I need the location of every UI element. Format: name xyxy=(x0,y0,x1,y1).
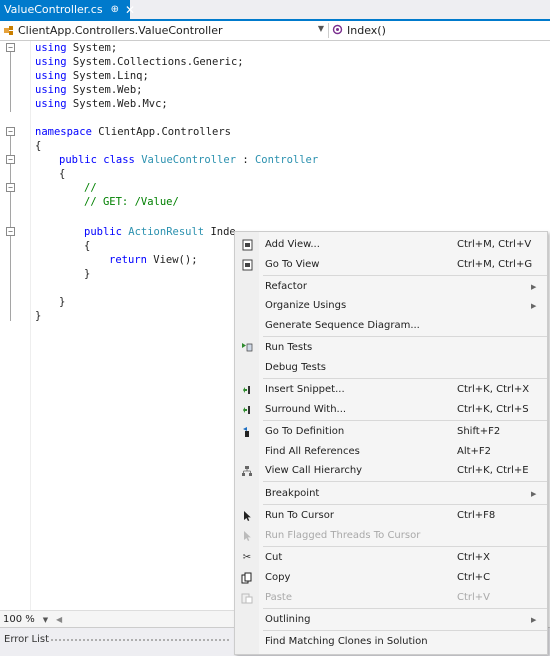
menu-item-add-view[interactable]: Add View... Ctrl+M, Ctrl+V xyxy=(235,235,547,254)
call-hierarchy-icon xyxy=(240,464,254,478)
nav-divider xyxy=(328,23,329,38)
code-line-return: return View(); xyxy=(109,254,198,266)
panel-title[interactable]: Error List xyxy=(4,634,49,645)
menu-item-cut[interactable]: ✂ Cut Ctrl+X xyxy=(235,548,547,567)
navigation-bar: ClientApp.Controllers.ValueController ▼ … xyxy=(0,21,550,41)
member-dropdown[interactable]: Index() xyxy=(330,22,548,39)
menu-item-outlining[interactable]: Outlining ▶ xyxy=(235,610,547,629)
context-menu: Add View... Ctrl+M, Ctrl+V Go To View Ct… xyxy=(234,231,548,655)
pin-icon[interactable]: ⊕ xyxy=(111,4,119,15)
tab-title: ValueController.cs xyxy=(4,3,103,16)
menu-separator xyxy=(263,336,547,337)
menu-item-go-to-definition[interactable]: Go To Definition Shift+F2 xyxy=(235,422,547,441)
menu-separator xyxy=(263,275,547,276)
insert-snippet-icon xyxy=(240,383,254,397)
menu-item-run-to-cursor[interactable]: Run To Cursor Ctrl+F8 xyxy=(235,506,547,525)
collapse-method-icon[interactable]: − xyxy=(6,227,15,236)
code-line-brace: } xyxy=(84,268,91,280)
code-line-comment-1: // xyxy=(84,182,97,194)
code-line-brace: } xyxy=(35,310,42,322)
code-line-class: public class ValueController : Controlle… xyxy=(59,154,319,166)
menu-item-insert-snippet[interactable]: Insert Snippet... Ctrl+K, Ctrl+X xyxy=(235,380,547,399)
code-line-4: using System.Web; xyxy=(35,84,143,96)
submenu-arrow-icon: ▶ xyxy=(531,615,537,624)
menu-separator xyxy=(263,630,547,631)
menu-item-refactor[interactable]: Refactor ▶ xyxy=(235,277,547,296)
editor-status-bar: 100 % ▼ ◀ xyxy=(0,610,234,628)
outline-guide xyxy=(10,52,11,112)
editor-margin xyxy=(30,41,31,610)
code-line-2: using System.Collections.Generic; xyxy=(35,56,244,68)
code-line-1: using System; xyxy=(35,42,118,54)
menu-separator xyxy=(263,481,547,482)
menu-separator xyxy=(263,546,547,547)
paste-icon xyxy=(240,591,254,605)
menu-separator xyxy=(263,504,547,505)
go-to-definition-icon xyxy=(240,425,254,439)
member-dropdown-label: Index() xyxy=(347,24,386,37)
menu-item-view-call-hierarchy[interactable]: View Call Hierarchy Ctrl+K, Ctrl+E xyxy=(235,461,547,480)
menu-item-organize-usings[interactable]: Organize Usings ▶ xyxy=(235,296,547,315)
menu-item-find-all-references[interactable]: Find All References Alt+F2 xyxy=(235,442,547,461)
menu-item-run-flagged-threads: Run Flagged Threads To Cursor xyxy=(235,526,547,545)
code-line-namespace: namespace ClientApp.Controllers xyxy=(35,126,231,138)
chevron-down-icon[interactable]: ▼ xyxy=(43,616,48,624)
type-dropdown[interactable]: ClientApp.Controllers.ValueController ▼ xyxy=(0,22,328,39)
menu-item-run-tests[interactable]: Run Tests xyxy=(235,338,547,357)
cursor-arrow-icon xyxy=(240,509,254,523)
menu-item-find-matching-clones[interactable]: Find Matching Clones in Solution xyxy=(235,632,547,651)
menu-item-go-to-view[interactable]: Go To View Ctrl+M, Ctrl+G xyxy=(235,255,547,274)
collapse-usings-icon[interactable]: − xyxy=(6,43,15,52)
code-line-method: public ActionResult Inde xyxy=(84,226,236,238)
method-icon xyxy=(332,24,343,38)
run-tests-icon xyxy=(240,341,254,355)
scissors-icon: ✂ xyxy=(242,552,252,563)
submenu-arrow-icon: ▶ xyxy=(531,282,537,291)
surround-with-icon xyxy=(240,403,254,417)
tab-valuecontroller[interactable]: ValueController.cs ⊕ ✕ xyxy=(0,0,135,19)
menu-separator xyxy=(263,378,547,379)
class-icon xyxy=(2,24,16,38)
collapse-namespace-icon[interactable]: − xyxy=(6,127,15,136)
menu-item-copy[interactable]: Copy Ctrl+C xyxy=(235,568,547,587)
chevron-down-icon: ▼ xyxy=(317,24,324,33)
zoom-level[interactable]: 100 % xyxy=(0,614,35,625)
panel-grip[interactable] xyxy=(50,638,230,642)
close-icon[interactable]: ✕ xyxy=(125,4,135,16)
code-line-brace: { xyxy=(35,140,42,152)
collapse-class-icon[interactable]: − xyxy=(6,155,15,164)
submenu-arrow-icon: ▶ xyxy=(531,489,537,498)
code-line-brace: { xyxy=(59,168,66,180)
submenu-arrow-icon: ▶ xyxy=(531,301,537,310)
code-line-brace: { xyxy=(84,240,91,252)
scroll-left-icon[interactable]: ◀ xyxy=(56,615,62,624)
menu-item-breakpoint[interactable]: Breakpoint ▶ xyxy=(235,484,547,503)
code-line-5: using System.Web.Mvc; xyxy=(35,98,168,110)
menu-separator xyxy=(263,420,547,421)
menu-item-debug-tests[interactable]: Debug Tests xyxy=(235,358,547,377)
code-line-comment-2: // GET: /Value/ xyxy=(84,196,179,208)
menu-item-surround-with[interactable]: Surround With... Ctrl+K, Ctrl+S xyxy=(235,400,547,419)
code-line-3: using System.Linq; xyxy=(35,70,149,82)
code-line-brace: } xyxy=(59,296,66,308)
go-to-view-icon xyxy=(240,258,254,272)
code-text: using System; using System.Collections.G… xyxy=(35,41,318,322)
menu-item-paste: Paste Ctrl+V xyxy=(235,588,547,607)
document-tab-bar: ValueController.cs ⊕ ✕ xyxy=(0,0,550,19)
menu-item-generate-sequence-diagram[interactable]: Generate Sequence Diagram... xyxy=(235,316,547,335)
add-view-icon xyxy=(240,238,254,252)
copy-icon xyxy=(240,571,254,585)
cursor-arrow-icon xyxy=(240,529,254,543)
menu-separator xyxy=(263,608,547,609)
collapse-comment-icon[interactable]: − xyxy=(6,183,15,192)
type-dropdown-label: ClientApp.Controllers.ValueController xyxy=(18,24,223,37)
